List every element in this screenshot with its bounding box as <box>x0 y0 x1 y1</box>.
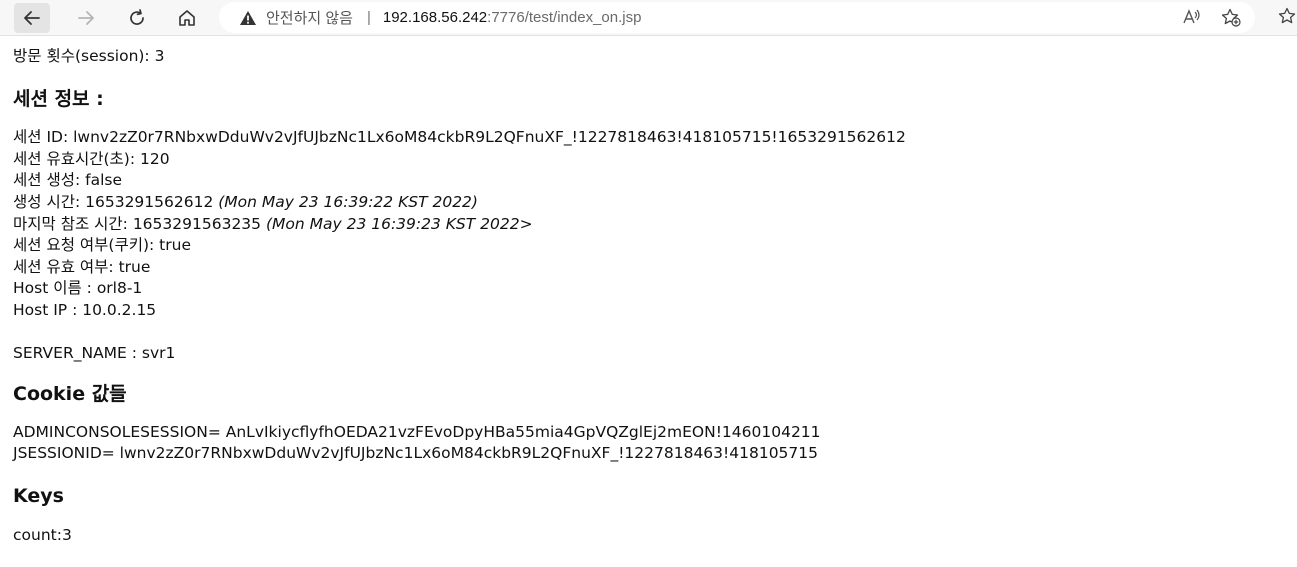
back-arrow-icon <box>24 11 40 25</box>
created-time-date: (Mon May 23 16:39:22 KST 2022) <box>218 192 478 211</box>
session-created-time: 생성 시간: 1653291562612 (Mon May 23 16:39:2… <box>13 192 1283 214</box>
address-bar[interactable]: 안전하지 않음 | 192.168.56.242:7776/test/index… <box>219 2 1255 33</box>
add-favorite-icon[interactable] <box>1221 8 1241 31</box>
forward-button[interactable] <box>68 3 104 33</box>
session-info-list: 세션 ID: lwnv2zZ0r7RNbxwDduWv2vJfUJbzNc1Lx… <box>13 127 1283 364</box>
cookie-item: ADMINCONSOLESESSION= AnLvIkiycflyfhOEDA2… <box>13 422 821 441</box>
reload-icon <box>130 9 144 25</box>
forward-arrow-icon <box>78 11 94 25</box>
security-status-label[interactable]: 안전하지 않음 <box>266 7 353 28</box>
server-name: SERVER_NAME : svr1 <box>13 343 176 362</box>
host-ip: Host IP : 10.0.2.15 <box>13 300 157 319</box>
visit-count: 방문 횟수(session): 3 <box>13 47 165 65</box>
address-separator: | <box>366 9 371 26</box>
key-item: count:3 <box>13 525 72 544</box>
page-content: 방문 횟수(session): 3 세션 정보 : 세션 ID: lwnv2zZ… <box>13 46 1283 546</box>
keys-heading: Keys <box>13 484 64 507</box>
session-info-heading: 세션 정보 : <box>13 87 104 110</box>
session-last-access-time: 마지막 참조 시간: 1653291563235 (Mon May 23 16:… <box>13 214 1283 236</box>
session-is-new: 세션 생성: false <box>13 171 122 190</box>
cookie-item: JSESSIONID= lwnv2zZ0r7RNbxwDduWv2vJfUJbz… <box>13 444 819 463</box>
url-path[interactable]: :7776/test/index_on.jsp <box>487 9 641 26</box>
host-name: Host 이름 : orl8-1 <box>13 279 143 298</box>
created-time-label: 생성 시간: 1653291562612 <box>13 192 219 211</box>
home-button[interactable] <box>169 3 205 33</box>
last-access-date: (Mon May 23 16:39:23 KST 2022> <box>265 214 533 233</box>
favorites-icon[interactable] <box>1278 7 1297 30</box>
url-host[interactable]: 192.168.56.242 <box>383 9 487 26</box>
home-icon <box>179 10 195 26</box>
browser-toolbar: 안전하지 않음 | 192.168.56.242:7776/test/index… <box>0 0 1297 36</box>
warning-triangle-icon[interactable] <box>239 10 257 26</box>
back-button[interactable] <box>14 3 50 33</box>
read-aloud-icon[interactable] <box>1183 9 1201 29</box>
session-from-cookie: 세션 요청 여부(쿠키): true <box>13 236 191 255</box>
keys-list: count:3 <box>13 525 1283 547</box>
session-timeout: 세션 유효시간(초): 120 <box>13 149 170 168</box>
session-valid: 세션 유효 여부: true <box>13 257 151 276</box>
session-id: 세션 ID: lwnv2zZ0r7RNbxwDduWv2vJfUJbzNc1Lx… <box>13 128 906 147</box>
reload-button[interactable] <box>119 3 155 33</box>
cookie-heading: Cookie 값들 <box>13 383 127 406</box>
cookie-list: ADMINCONSOLESESSION= AnLvIkiycflyfhOEDA2… <box>13 422 1283 465</box>
last-access-label: 마지막 참조 시간: 1653291563235 <box>13 214 266 233</box>
